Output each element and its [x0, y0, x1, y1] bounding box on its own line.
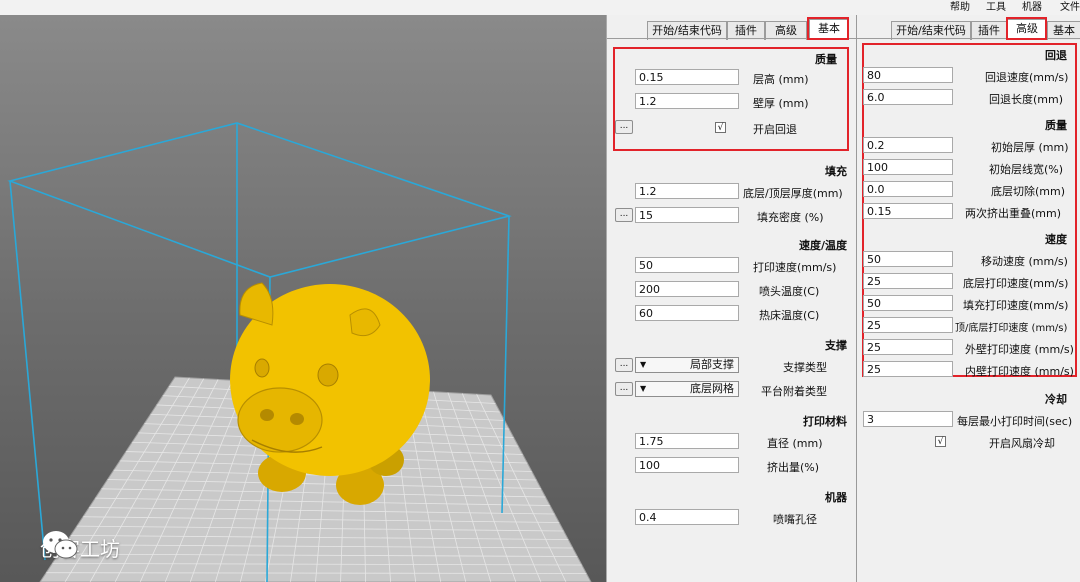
- initial-layer-line-width-label: 初始层线宽(%): [989, 163, 1064, 176]
- support-type-value: 局部支撑: [690, 358, 734, 371]
- menu-bar: 文件 机器 工具 帮助: [0, 0, 1080, 16]
- flow-input[interactable]: 100: [635, 457, 739, 473]
- wechat-icon: [43, 531, 78, 559]
- nozzle-temp-input[interactable]: 200: [635, 281, 739, 297]
- chevron-down-icon: ▼: [640, 360, 647, 369]
- inner-shell-speed-label: 内壁打印速度 (mm/s): [965, 365, 1074, 378]
- bottom-top-thickness-label: 底层/顶层厚度(mm): [743, 187, 843, 200]
- nozzle-size-input[interactable]: 0.4: [635, 509, 739, 525]
- retraction-speed-label: 回退速度(mm/s): [985, 71, 1069, 84]
- fill-density-input[interactable]: 15: [635, 207, 739, 223]
- tab-advanced[interactable]: 高级: [1007, 19, 1047, 40]
- top-bottom-speed-input[interactable]: 25: [863, 317, 953, 333]
- watermark: 创客工坊: [40, 527, 120, 567]
- enable-retraction-checkbox[interactable]: √: [715, 122, 726, 133]
- bottom-layer-speed-input[interactable]: 25: [863, 273, 953, 289]
- cut-off-bottom-label: 底层切除(mm): [991, 185, 1066, 198]
- bed-temp-input[interactable]: 60: [635, 305, 739, 321]
- retraction-distance-input[interactable]: 6.0: [863, 89, 953, 105]
- bottom-top-thickness-input[interactable]: 1.2: [635, 183, 739, 199]
- initial-layer-thickness-input[interactable]: 0.2: [863, 137, 953, 153]
- bottom-layer-speed-label: 底层打印速度(mm/s): [963, 277, 1069, 290]
- outer-shell-speed-label: 外壁打印速度 (mm/s): [965, 343, 1074, 356]
- tab-divider: [857, 38, 1080, 39]
- inner-shell-speed-input[interactable]: 25: [863, 361, 953, 377]
- support-type-select[interactable]: ▼ 局部支撑: [635, 357, 739, 373]
- diameter-input[interactable]: 1.75: [635, 433, 739, 449]
- infill-speed-label: 填充打印速度(mm/s): [963, 299, 1069, 312]
- adhesion-more-button[interactable]: ...: [615, 382, 633, 396]
- section-retraction: 回退: [1045, 49, 1067, 62]
- nozzle-temp-label: 喷头温度(C): [759, 285, 820, 298]
- nozzle-size-label: 喷嘴孔径: [773, 513, 817, 526]
- advanced-settings-panel: 开始/结束代码 插件 高级 基本 回退 80 回退速度(mm/s) 6.0 回退…: [856, 15, 1080, 582]
- retraction-more-button[interactable]: ...: [615, 120, 633, 134]
- retraction-speed-input[interactable]: 80: [863, 67, 953, 83]
- fill-density-label: 填充密度 (%): [757, 211, 824, 224]
- enable-cooling-fan-label: 开启风扇冷却: [989, 437, 1055, 450]
- enable-cooling-fan-checkbox[interactable]: √: [935, 436, 946, 447]
- cut-off-bottom-input[interactable]: 0.0: [863, 181, 953, 197]
- menu-tools[interactable]: 工具: [986, 0, 1006, 15]
- chevron-down-icon: ▼: [640, 384, 647, 393]
- section-filament: 打印材料: [803, 415, 847, 428]
- platform-adhesion-value: 底层网格: [690, 382, 734, 395]
- diameter-label: 直径 (mm): [767, 437, 823, 450]
- basic-settings-panel: 开始/结束代码 插件 高级 基本 质量 0.15 层高 (mm) 1.2 壁厚 …: [606, 15, 857, 582]
- section-quality: 质量: [815, 53, 837, 66]
- shell-thickness-label: 壁厚 (mm): [753, 97, 809, 110]
- section-cool: 冷却: [1045, 393, 1067, 406]
- top-bottom-speed-label: 顶/底层打印速度 (mm/s): [955, 323, 1068, 334]
- section-quality: 质量: [1045, 119, 1067, 132]
- initial-layer-thickness-label: 初始层厚 (mm): [991, 141, 1069, 154]
- flow-label: 挤出量(%): [767, 461, 820, 474]
- menu-file[interactable]: 文件: [1060, 0, 1080, 15]
- bed-temp-label: 热床温度(C): [759, 309, 820, 322]
- tab-divider: [607, 38, 857, 39]
- infill-speed-input[interactable]: 50: [863, 295, 953, 311]
- support-more-button[interactable]: ...: [615, 358, 633, 372]
- menu-machine[interactable]: 机器: [1022, 0, 1042, 15]
- fill-more-button[interactable]: ...: [615, 208, 633, 222]
- travel-speed-label: 移动速度 (mm/s): [981, 255, 1068, 268]
- section-machine: 机器: [825, 491, 847, 504]
- print-speed-input[interactable]: 50: [635, 257, 739, 273]
- platform-adhesion-select[interactable]: ▼ 底层网格: [635, 381, 739, 397]
- section-speed: 速度: [1045, 233, 1067, 246]
- travel-speed-input[interactable]: 50: [863, 251, 953, 267]
- scene-canvas: [7, 122, 592, 582]
- dual-extrusion-overlap-label: 两次挤出重叠(mm): [965, 207, 1062, 220]
- section-speed-temp: 速度/温度: [798, 239, 847, 252]
- dual-extrusion-overlap-input[interactable]: 0.15: [863, 203, 953, 219]
- min-layer-time-label: 每层最小打印时间(sec): [957, 415, 1073, 428]
- section-fill: 填充: [825, 165, 847, 178]
- initial-layer-line-width-input[interactable]: 100: [863, 159, 953, 175]
- layer-height-input[interactable]: 0.15: [635, 69, 739, 85]
- layer-height-label: 层高 (mm): [753, 73, 809, 86]
- print-speed-label: 打印速度(mm/s): [753, 261, 837, 274]
- enable-retraction-label: 开启回退: [753, 123, 797, 136]
- section-support: 支撑: [825, 339, 847, 352]
- support-type-label: 支撑类型: [783, 361, 827, 374]
- shell-thickness-input[interactable]: 1.2: [635, 93, 739, 109]
- tab-basic[interactable]: 基本: [809, 19, 849, 40]
- platform-adhesion-label: 平台附着类型: [761, 385, 827, 398]
- 3d-viewport[interactable]: 创客工坊: [0, 15, 606, 582]
- min-layer-time-input[interactable]: 3: [863, 411, 953, 427]
- menu-help[interactable]: 帮助: [950, 0, 970, 15]
- outer-shell-speed-input[interactable]: 25: [863, 339, 953, 355]
- retraction-distance-label: 回退长度(mm): [989, 93, 1064, 106]
